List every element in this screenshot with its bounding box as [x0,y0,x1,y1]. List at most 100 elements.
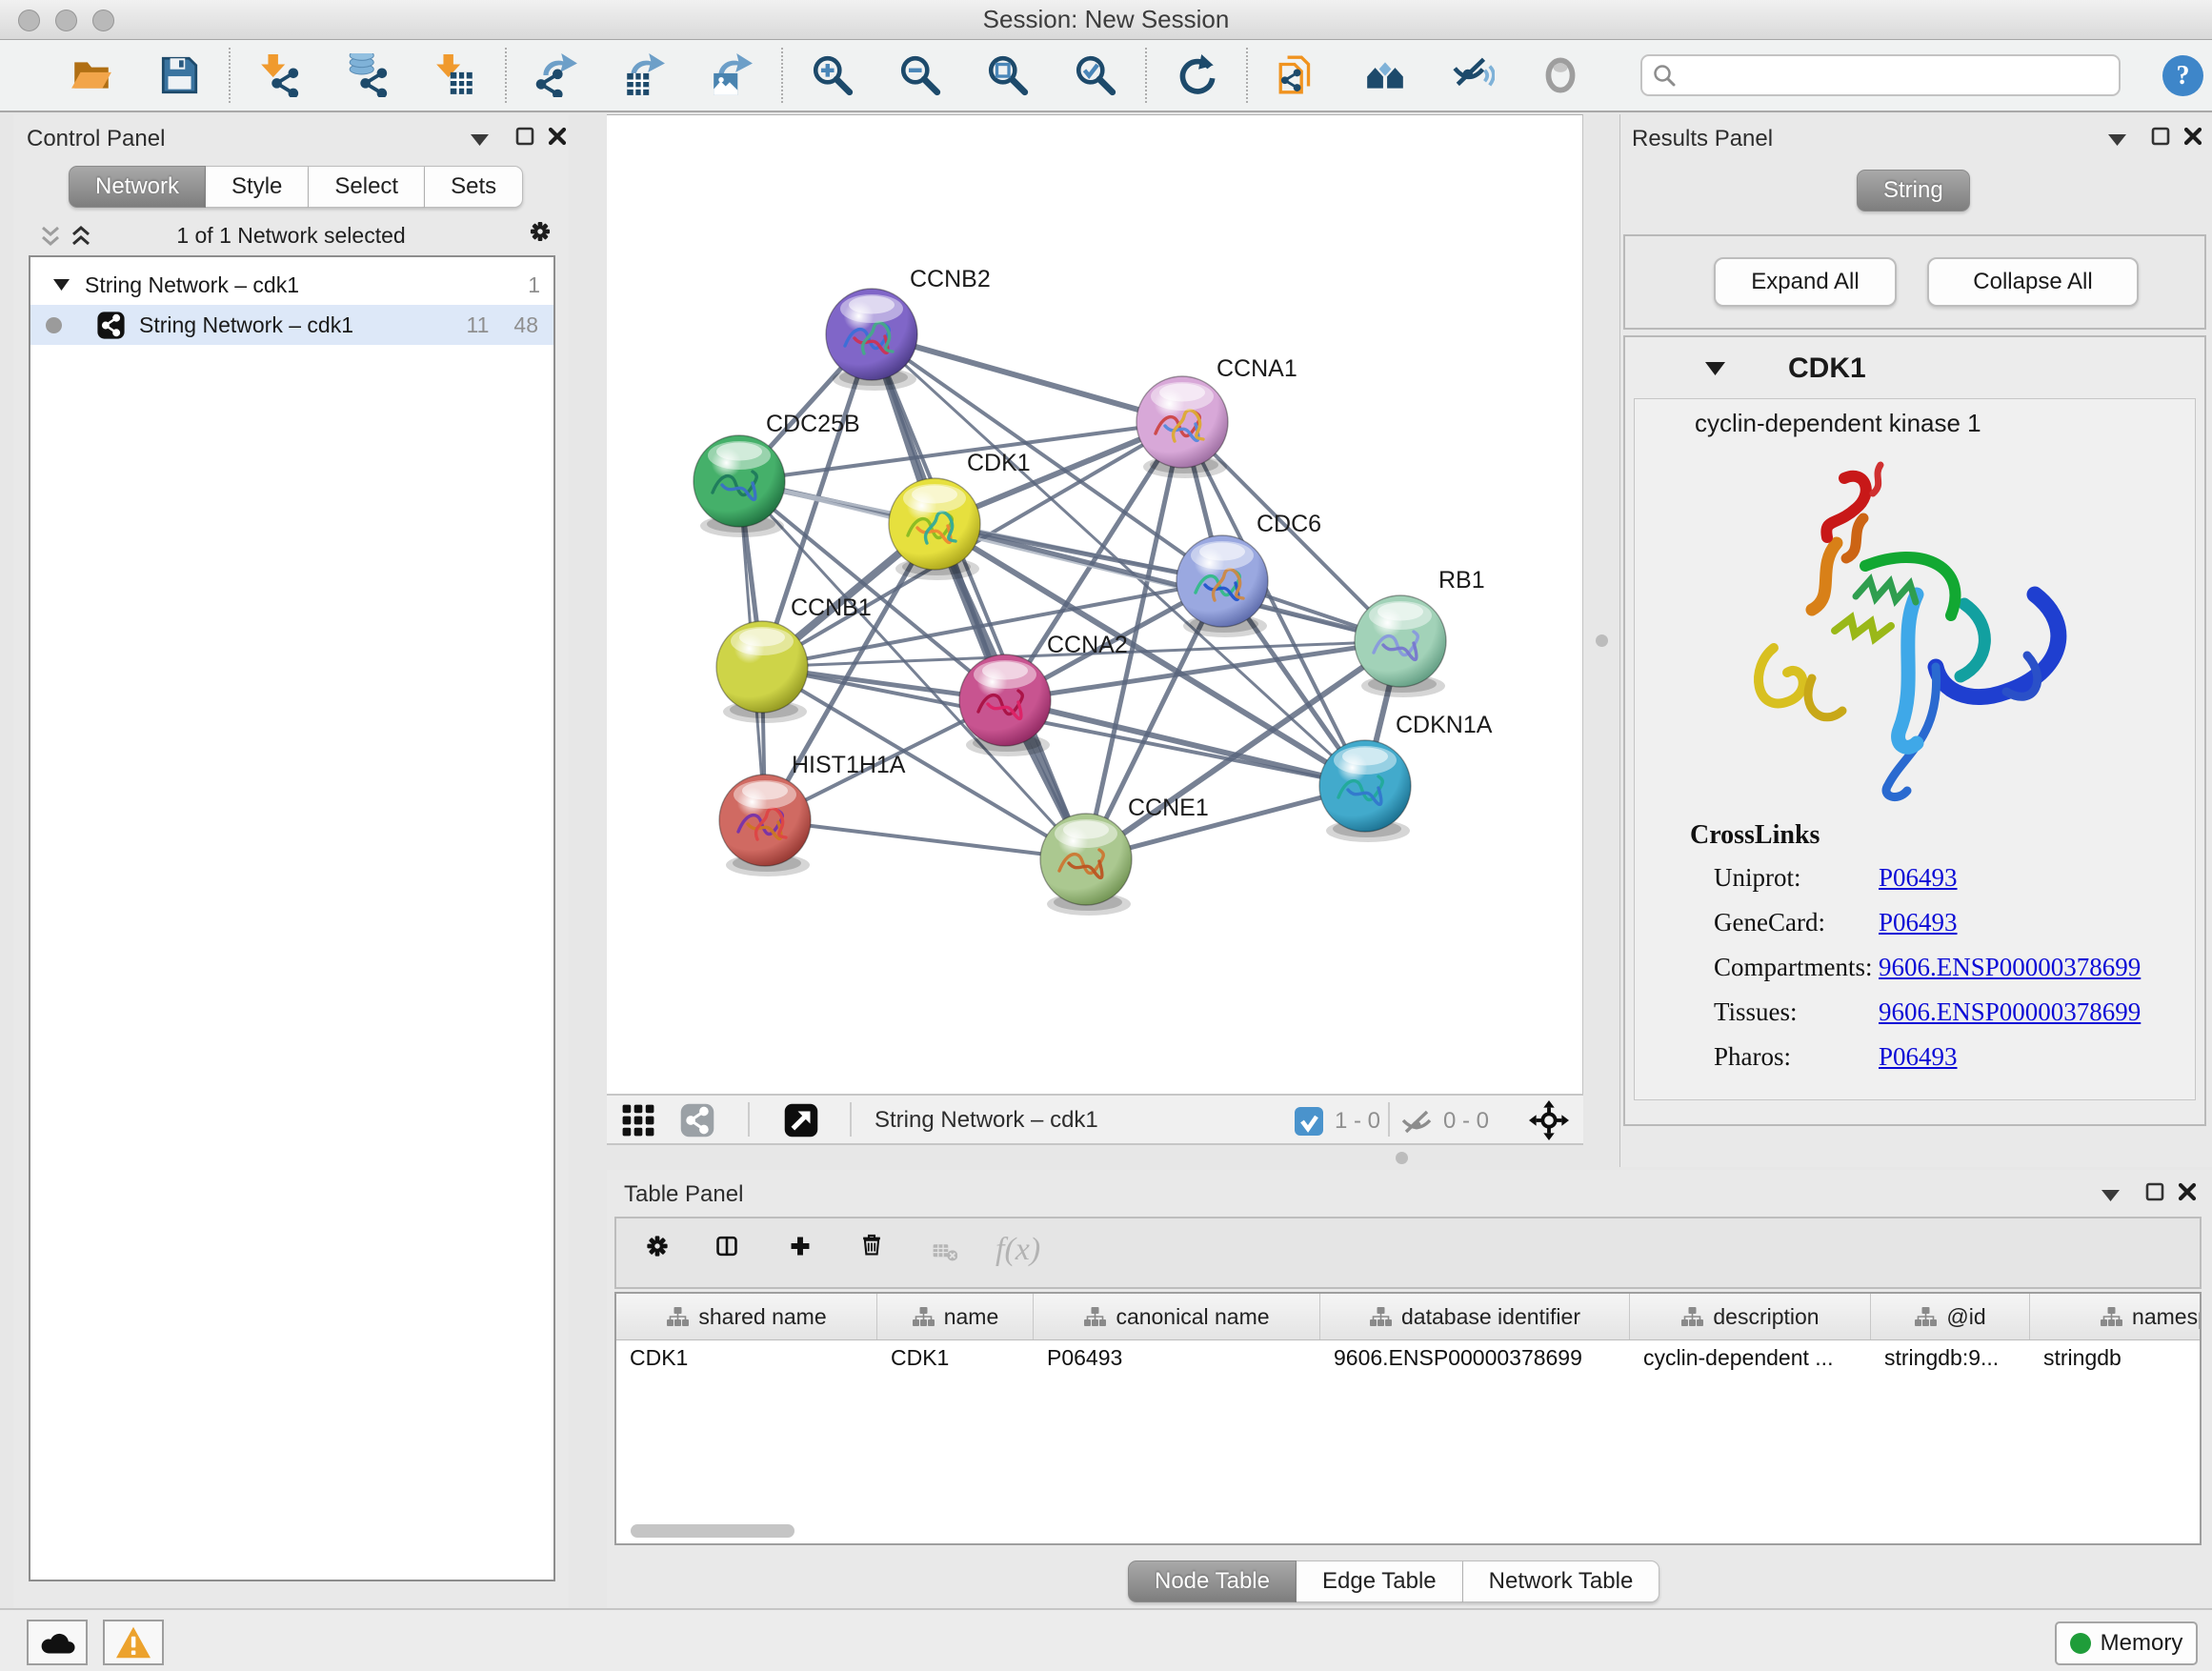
table-cell[interactable]: cyclin-dependent ... [1630,1345,1871,1371]
open-session-button[interactable] [69,52,114,98]
table-cell[interactable]: stringdb [2030,1345,2202,1371]
node-CDKN1A[interactable]: CDKN1A [1319,712,1493,842]
string-network-graph[interactable]: CCNB2CCNA1CDC25BCDK1CDC6RB1CCNB1CCNA2CDK… [607,115,1581,1093]
show-all-button[interactable] [1538,52,1583,98]
tab-select[interactable]: Select [309,166,425,208]
add-column-icon[interactable] [788,1234,813,1258]
column-header-namespace[interactable]: namespace [2030,1294,2202,1339]
network-row-selected[interactable]: String Network – cdk1 11 48 [30,305,553,345]
memory-button[interactable]: Memory [2055,1621,2198,1665]
gene-section-header[interactable]: CDK1 [1629,341,2201,396]
node-CCNA1[interactable]: CCNA1 [1136,355,1297,478]
vertical-splitter-handle[interactable] [1596,634,1608,647]
export-image-button[interactable] [709,52,754,98]
node-CCNB2[interactable]: CCNB2 [826,266,991,391]
crosslink-value-link[interactable]: P06493 [1879,1042,1958,1072]
expand-all-button[interactable]: Expand All [1714,257,1897,307]
new-network-from-selection-button[interactable] [1275,52,1320,98]
import-network-file-button[interactable] [257,52,303,98]
zoom-in-button[interactable] [810,52,855,98]
tab-sets[interactable]: Sets [425,166,523,208]
fit-crosshair-icon[interactable] [1529,1100,1569,1145]
network-options-gear-icon[interactable] [528,219,553,244]
crosslink-value-link[interactable]: 9606.ENSP00000378699 [1879,953,2141,982]
table-panel: Table Panel f(x) shared name name [607,1170,2212,1608]
show-columns-icon[interactable] [714,1234,739,1258]
results-panel-collapse-icon[interactable] [2104,128,2129,152]
help-button[interactable]: ? [2162,55,2203,96]
edge-CCNA2-CDKN1A[interactable] [1005,700,1365,786]
apply-layout-button[interactable] [1174,52,1219,98]
results-panel-close-icon[interactable] [2181,124,2205,149]
crosslink-value-link[interactable]: P06493 [1879,908,1958,937]
crosslink-value-link[interactable]: 9606.ENSP00000378699 [1879,997,2141,1027]
apply-layout-icon [1175,53,1218,97]
results-panel-float-icon[interactable] [2148,124,2173,149]
export-table-button[interactable] [621,52,667,98]
control-panel-collapse-icon[interactable] [467,128,492,152]
node-CCNB1[interactable]: CCNB1 [716,594,872,723]
node-RB1[interactable]: RB1 [1355,567,1485,697]
column-header-@id[interactable]: @id [1871,1294,2030,1339]
column-header-database-identifier[interactable]: database identifier [1320,1294,1630,1339]
collection-expand-icon[interactable] [53,279,70,291]
birdseye-view-icon[interactable] [783,1102,819,1143]
network-list-header: 1 of 1 Network selected [13,217,569,255]
zoom-selected-button[interactable] [1073,52,1118,98]
crosslink-value-link[interactable]: P06493 [1879,863,1958,893]
collapse-all-button[interactable]: Collapse All [1927,257,2139,307]
grid-view-icon[interactable] [620,1102,656,1143]
hidden-eye-icon[interactable] [1400,1109,1433,1140]
control-panel-close-icon[interactable] [545,124,570,149]
tab-network[interactable]: Network [69,166,206,208]
table-cell[interactable]: stringdb:9... [1871,1345,2030,1371]
node-CDK1[interactable]: CDK1 [889,450,1031,580]
network-canvas[interactable]: CCNB2CCNA1CDC25BCDK1CDC6RB1CCNB1CCNA2CDK… [607,114,1583,1094]
delete-column-icon[interactable] [859,1233,884,1258]
network-collection-row[interactable]: String Network – cdk1 1 [30,265,553,305]
node-label-CDKN1A: CDKN1A [1396,712,1493,738]
column-header-name[interactable]: name [877,1294,1034,1339]
table-cell[interactable]: CDK1 [877,1345,1034,1371]
table-panel-float-icon[interactable] [2142,1179,2167,1204]
search-field[interactable] [1640,54,2121,96]
table-cell[interactable]: P06493 [1034,1345,1320,1371]
export-network-button[interactable] [533,52,579,98]
node-label-CCNB2: CCNB2 [910,266,991,292]
table-cell[interactable]: CDK1 [616,1345,877,1371]
node-HIST1H1A[interactable]: HIST1H1A [719,752,906,876]
node-CDC6[interactable]: CDC6 [1176,511,1321,637]
control-panel-float-icon[interactable] [513,124,537,149]
import-network-database-button[interactable] [345,52,391,98]
edge-HIST1H1A-CCNE1[interactable] [765,820,1086,859]
import-table-button[interactable] [432,52,478,98]
search-input[interactable] [1684,57,2119,93]
warnings-button[interactable] [103,1620,164,1665]
tab-edge-table[interactable]: Edge Table [1297,1560,1463,1602]
cloud-button[interactable] [27,1620,88,1665]
column-header-canonical-name[interactable]: canonical name [1034,1294,1320,1339]
table-cell[interactable]: 9606.ENSP00000378699 [1320,1345,1630,1371]
horizontal-scrollbar[interactable] [631,1524,794,1538]
save-session-button[interactable] [156,52,202,98]
first-neighbors-button[interactable] [1362,52,1408,98]
node-CDC25B[interactable]: CDC25B [694,411,860,537]
hide-selection-button[interactable] [1450,52,1496,98]
tab-network-table[interactable]: Network Table [1463,1560,1660,1602]
table-panel-close-icon[interactable] [2175,1179,2200,1204]
toolbar-separator [850,1102,852,1137]
horizontal-splitter-handle[interactable] [1396,1152,1408,1164]
table-row[interactable]: CDK1CDK1P064939606.ENSP00000378699cyclin… [616,1340,2200,1376]
table-panel-collapse-icon[interactable] [2098,1183,2122,1208]
selected-checkbox-icon[interactable] [1295,1107,1323,1140]
table-gear-icon[interactable] [645,1234,670,1258]
tab-style[interactable]: Style [206,166,309,208]
column-header-shared-name[interactable]: shared name [616,1294,877,1339]
zoom-out-button[interactable] [897,52,943,98]
network-share-toggle-icon[interactable] [679,1102,715,1143]
gene-collapse-icon[interactable] [1705,362,1725,375]
column-header-description[interactable]: description [1630,1294,1871,1339]
zoom-fit-button[interactable] [985,52,1031,98]
tab-node-table[interactable]: Node Table [1128,1560,1297,1602]
tab-string[interactable]: String [1857,170,1970,211]
